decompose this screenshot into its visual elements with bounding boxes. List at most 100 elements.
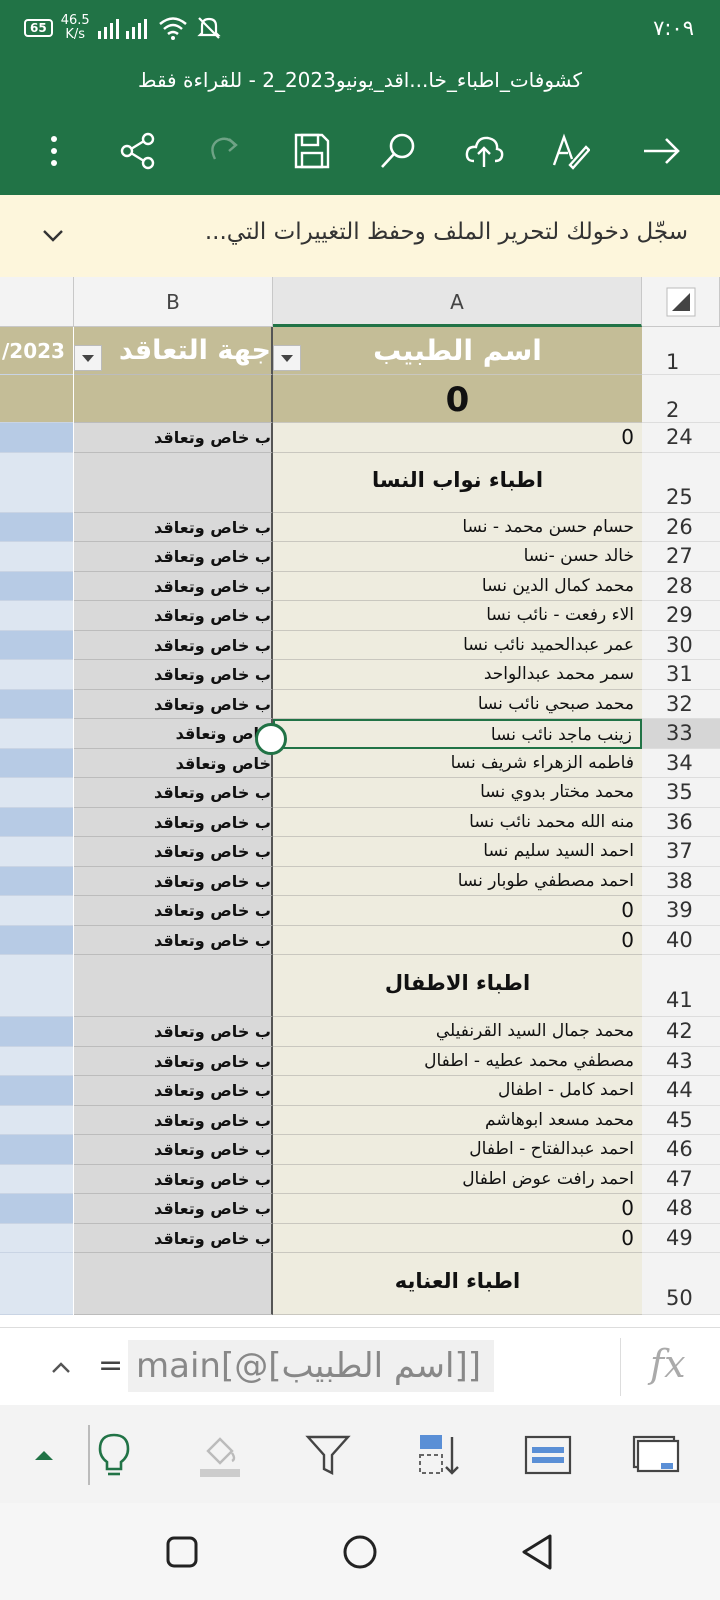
filter-dropdown-b[interactable] [74, 345, 102, 371]
cell-b32[interactable]: ب خاص وتعاقد [74, 689, 273, 719]
cell-a49[interactable]: 0 [273, 1223, 642, 1253]
cell-b27[interactable]: ب خاص وتعاقد [74, 542, 273, 572]
home-icon[interactable] [342, 1534, 378, 1570]
cell-b46[interactable]: ب خاص وتعاقد [74, 1135, 273, 1165]
cell-a40[interactable]: 0 [273, 925, 642, 955]
row-number-48[interactable]: 48 [642, 1194, 720, 1224]
cell-a46[interactable]: احمد عبدالفتاح - اطفال [273, 1135, 642, 1165]
cell-c44[interactable] [0, 1076, 73, 1106]
cell-b29[interactable]: ب خاص وتعاقد [74, 601, 273, 631]
row-number-26[interactable]: 26 [642, 512, 720, 542]
cell-c45[interactable] [0, 1105, 73, 1135]
spreadsheet-grid[interactable]: B A /2023 جهة التعاقد اسم الطبيب 1 0 2 ب… [0, 277, 720, 1327]
row-number-32[interactable]: 32 [642, 689, 720, 719]
cell-a34[interactable]: فاطمه الزهراء شريف نسا [273, 748, 642, 778]
expand-up-icon[interactable] [14, 1429, 74, 1481]
row-number-25[interactable]: 25 [642, 452, 720, 513]
row-number-2[interactable]: 2 [642, 375, 720, 423]
cell-b31[interactable]: ب خاص وتعاقد [74, 660, 273, 690]
back-icon[interactable] [520, 1533, 554, 1571]
section-header-cell[interactable]: اطباء الاطفال [273, 955, 642, 1017]
cell-b41[interactable] [74, 955, 273, 1017]
wrap-text-icon[interactable] [518, 1429, 578, 1481]
cell-a27[interactable]: خالد حسن -نسا [273, 542, 642, 572]
select-all-corner[interactable] [642, 277, 720, 327]
cell-b45[interactable]: ب خاص وتعاقد [74, 1105, 273, 1135]
cell-b24[interactable]: ب خاص وتعاقد [74, 423, 273, 453]
cell-a31[interactable]: سمر محمد عبدالواحد [273, 660, 642, 690]
row-number-31[interactable]: 31 [642, 660, 720, 690]
cell-c32[interactable] [0, 689, 73, 719]
cell-c25[interactable] [0, 452, 73, 513]
filter-dropdown-a[interactable] [273, 345, 301, 371]
row-number-44[interactable]: 44 [642, 1076, 720, 1106]
cell-c50[interactable] [0, 1253, 73, 1315]
cell-b49[interactable]: ب خاص وتعاقد [74, 1223, 273, 1253]
cell-c47[interactable] [0, 1164, 73, 1194]
row-number-50[interactable]: 50 [642, 1253, 720, 1315]
cell-c43[interactable] [0, 1046, 73, 1076]
cell-c27[interactable] [0, 542, 73, 572]
column-header-a[interactable]: A [273, 277, 642, 327]
cell-a44[interactable]: احمد كامل - اطفال [273, 1076, 642, 1106]
cell-b33[interactable]: خاص وتعاقد [74, 719, 273, 749]
column-header-partial[interactable] [0, 277, 74, 327]
cell-b1[interactable]: جهة التعاقد [74, 327, 273, 375]
ideas-bulb-icon[interactable] [84, 1429, 144, 1481]
cell-c2[interactable] [0, 375, 73, 423]
selection-handle[interactable] [255, 723, 287, 755]
column-header-b[interactable]: B [74, 277, 273, 327]
cell-a24[interactable]: 0 [273, 423, 642, 453]
row-number-39[interactable]: 39 [642, 896, 720, 926]
fill-color-icon[interactable] [190, 1429, 250, 1481]
cell-b42[interactable]: ب خاص وتعاقد [74, 1017, 273, 1047]
cell-c36[interactable] [0, 807, 73, 837]
cell-a2[interactable]: 0 [273, 375, 642, 423]
cell-a1[interactable]: اسم الطبيب [273, 327, 642, 375]
cell-b37[interactable]: ب خاص وتعاقد [74, 837, 273, 867]
cell-a47[interactable]: احمد رافت عوض اطفال [273, 1164, 642, 1194]
cell-b40[interactable]: ب خاص وتعاقد [74, 925, 273, 955]
row-number-49[interactable]: 49 [642, 1223, 720, 1253]
cell-a45[interactable]: محمد مسعد ابوهاشم [273, 1105, 642, 1135]
cell-a33[interactable]: زينب ماجد نائب نسا [273, 719, 642, 749]
freeze-panes-icon[interactable] [626, 1429, 686, 1481]
cell-c38[interactable] [0, 866, 73, 896]
cell-a32[interactable]: محمد صبحي نائب نسا [273, 689, 642, 719]
cloud-upload-icon[interactable] [454, 120, 514, 182]
filter-icon[interactable] [298, 1429, 358, 1481]
row-number-37[interactable]: 37 [642, 837, 720, 867]
cell-b28[interactable]: ب خاص وتعاقد [74, 571, 273, 601]
cell-a37[interactable]: احمد السيد سليم نسا [273, 837, 642, 867]
cell-a42[interactable]: محمد جمال السيد القرنفيلي [273, 1017, 642, 1047]
cell-b36[interactable]: ب خاص وتعاقد [74, 807, 273, 837]
cell-c39[interactable] [0, 896, 73, 926]
cell-a48[interactable]: 0 [273, 1194, 642, 1224]
cell-a39[interactable]: 0 [273, 896, 642, 926]
cell-c26[interactable] [0, 512, 73, 542]
cell-c24[interactable] [0, 423, 73, 453]
cell-a43[interactable]: مصطفي محمد عطيه - اطفال [273, 1046, 642, 1076]
redo-icon[interactable] [195, 120, 255, 182]
cell-c30[interactable] [0, 630, 73, 660]
cell-b50[interactable] [74, 1253, 273, 1315]
section-header-cell[interactable]: اطباء نواب النسا [273, 452, 642, 513]
more-icon[interactable] [24, 120, 84, 182]
cell-c33[interactable] [0, 719, 73, 749]
cell-c31[interactable] [0, 660, 73, 690]
row-number-36[interactable]: 36 [642, 807, 720, 837]
cell-b44[interactable]: ب خاص وتعاقد [74, 1076, 273, 1106]
cell-b25[interactable] [74, 452, 273, 513]
row-number-41[interactable]: 41 [642, 955, 720, 1017]
row-number-24[interactable]: 24 [642, 423, 720, 453]
cell-c49[interactable] [0, 1223, 73, 1253]
row-number-30[interactable]: 30 [642, 630, 720, 660]
cell-c46[interactable] [0, 1135, 73, 1165]
cell-b48[interactable]: ب خاص وتعاقد [74, 1194, 273, 1224]
cell-a38[interactable]: احمد مصطفي طوبار نسا [273, 866, 642, 896]
sort-icon[interactable] [410, 1429, 470, 1481]
cell-c37[interactable] [0, 837, 73, 867]
sign-in-banner[interactable]: سجّل دخولك لتحرير الملف وحفظ التغييرات ا… [0, 195, 720, 277]
cell-c1[interactable]: /2023 [0, 327, 73, 375]
cell-c48[interactable] [0, 1194, 73, 1224]
